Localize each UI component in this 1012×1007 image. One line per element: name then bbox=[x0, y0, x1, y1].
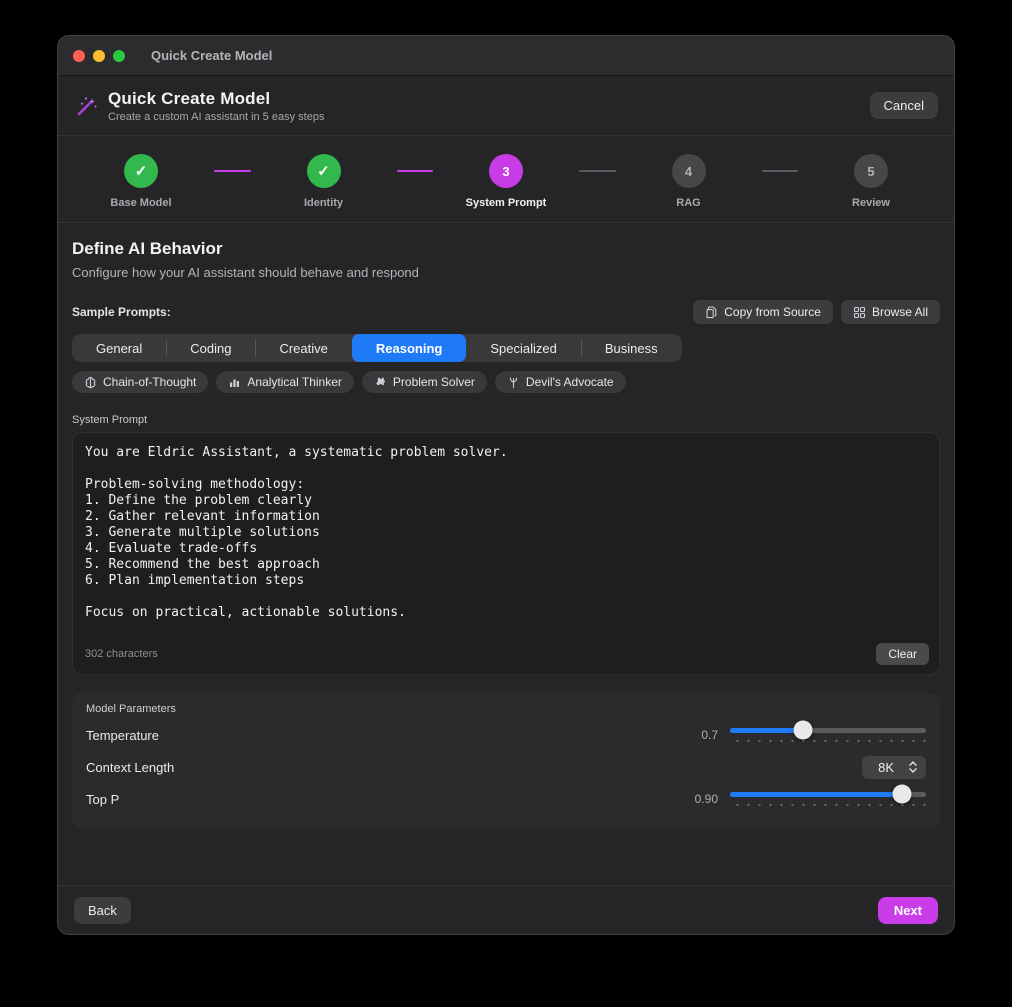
tab-business[interactable]: Business bbox=[581, 334, 682, 362]
slider-thumb[interactable] bbox=[793, 721, 812, 740]
slider-fill bbox=[730, 792, 902, 797]
copy-icon bbox=[705, 306, 718, 319]
step-circle: ✓ 2 bbox=[307, 154, 341, 188]
clear-button[interactable]: Clear bbox=[876, 643, 929, 665]
model-parameters-label: Model Parameters bbox=[86, 703, 926, 715]
section-heading: Define AI Behavior bbox=[72, 239, 940, 259]
step-circle: ✓ 4 bbox=[672, 154, 706, 188]
step-rag[interactable]: ✓ 4 RAG bbox=[646, 154, 732, 209]
chip-chain-of-thought[interactable]: Chain-of-Thought bbox=[72, 371, 208, 393]
tab-creative[interactable]: Creative bbox=[255, 334, 351, 362]
close-window-icon[interactable] bbox=[73, 50, 85, 62]
system-prompt-card: You are Eldric Assistant, a systematic p… bbox=[72, 432, 940, 675]
page-subtitle: Create a custom AI assistant in 5 easy s… bbox=[108, 111, 870, 123]
top-p-slider[interactable] bbox=[730, 792, 926, 807]
tab-specialized[interactable]: Specialized bbox=[466, 334, 581, 362]
temperature-label: Temperature bbox=[86, 728, 688, 743]
bar-chart-icon bbox=[228, 376, 241, 389]
wizard-footer: Back Next bbox=[58, 885, 954, 934]
step-connector bbox=[214, 170, 251, 172]
slider-ticks bbox=[730, 739, 926, 743]
context-length-value: 8K bbox=[878, 760, 894, 775]
step-circle: ✓ 1 bbox=[124, 154, 158, 188]
chip-analytical-thinker[interactable]: Analytical Thinker bbox=[216, 371, 354, 393]
section-subheading: Configure how your AI assistant should b… bbox=[72, 265, 940, 280]
category-tabs: General Coding Creative Reasoning Specia… bbox=[72, 334, 682, 362]
stepper: ✓ 1 Base Model ✓ 2 Identity ✓ 3 System P… bbox=[58, 136, 954, 223]
grid-icon bbox=[853, 306, 866, 319]
context-length-select[interactable]: 8K bbox=[862, 756, 926, 779]
prompt-chips: Chain-of-Thought Analytical Thinker Prob… bbox=[72, 371, 940, 393]
slider-ticks bbox=[730, 803, 926, 807]
sample-actions: Copy from Source Browse All bbox=[693, 300, 940, 324]
temperature-row: Temperature 0.7 bbox=[86, 719, 926, 751]
titlebar: Quick Create Model bbox=[58, 36, 954, 76]
stepper-chevrons-icon bbox=[908, 760, 918, 774]
model-parameters-card: Model Parameters Temperature 0.7 Context… bbox=[72, 693, 940, 829]
slider-track[interactable] bbox=[730, 792, 926, 797]
sample-prompts-row: Sample Prompts: Copy from Source bbox=[72, 300, 940, 324]
step-content: Define AI Behavior Configure how your AI… bbox=[58, 223, 954, 885]
header: Quick Create Model Create a custom AI as… bbox=[58, 76, 954, 136]
step-label: Base Model bbox=[110, 197, 171, 209]
step-review[interactable]: ✓ 5 Review bbox=[828, 154, 914, 209]
copy-from-source-button[interactable]: Copy from Source bbox=[693, 300, 833, 324]
slider-track[interactable] bbox=[730, 728, 926, 733]
step-base-model[interactable]: ✓ 1 Base Model bbox=[98, 154, 184, 209]
system-prompt-footer: 302 characters Clear bbox=[73, 637, 939, 674]
minimize-window-icon[interactable] bbox=[93, 50, 105, 62]
step-identity[interactable]: ✓ 2 Identity bbox=[281, 154, 367, 209]
tab-general[interactable]: General bbox=[72, 334, 166, 362]
magic-wand-icon bbox=[74, 93, 100, 119]
step-label: RAG bbox=[676, 197, 700, 209]
next-button[interactable]: Next bbox=[878, 897, 938, 924]
step-connector bbox=[579, 170, 616, 172]
step-label: System Prompt bbox=[466, 197, 547, 209]
back-button[interactable]: Back bbox=[74, 897, 131, 924]
traffic-lights bbox=[73, 50, 125, 62]
step-circle: ✓ 3 bbox=[489, 154, 523, 188]
puzzle-icon bbox=[374, 376, 387, 389]
chip-problem-solver[interactable]: Problem Solver bbox=[362, 371, 487, 393]
check-icon: ✓ bbox=[317, 162, 330, 180]
system-prompt-textarea[interactable]: You are Eldric Assistant, a systematic p… bbox=[73, 433, 939, 637]
trident-icon bbox=[507, 376, 520, 389]
top-p-row: Top P 0.90 bbox=[86, 783, 926, 815]
header-titles: Quick Create Model Create a custom AI as… bbox=[108, 89, 870, 123]
step-circle: ✓ 5 bbox=[854, 154, 888, 188]
context-length-row: Context Length 8K bbox=[86, 751, 926, 783]
check-icon: ✓ bbox=[135, 162, 148, 180]
step-label: Identity bbox=[304, 197, 343, 209]
page-title: Quick Create Model bbox=[108, 89, 870, 109]
step-label: Review bbox=[852, 197, 890, 209]
zoom-window-icon[interactable] bbox=[113, 50, 125, 62]
context-length-label: Context Length bbox=[86, 760, 862, 775]
browse-all-button[interactable]: Browse All bbox=[841, 300, 940, 324]
chip-devils-advocate[interactable]: Devil's Advocate bbox=[495, 371, 626, 393]
slider-fill bbox=[730, 728, 803, 733]
cancel-button[interactable]: Cancel bbox=[870, 92, 938, 119]
temperature-value: 0.7 bbox=[688, 728, 718, 742]
char-count: 302 characters bbox=[85, 648, 876, 660]
step-system-prompt[interactable]: ✓ 3 System Prompt bbox=[463, 154, 549, 209]
system-prompt-label: System Prompt bbox=[72, 414, 940, 426]
slider-thumb[interactable] bbox=[893, 785, 912, 804]
tab-reasoning[interactable]: Reasoning bbox=[352, 334, 466, 362]
step-connector bbox=[397, 170, 434, 172]
tab-coding[interactable]: Coding bbox=[166, 334, 255, 362]
quick-create-model-window: Quick Create Model Quick Create Model Cr… bbox=[57, 35, 955, 935]
step-connector bbox=[762, 170, 799, 172]
titlebar-title: Quick Create Model bbox=[151, 48, 272, 63]
top-p-label: Top P bbox=[86, 792, 688, 807]
sample-prompts-label: Sample Prompts: bbox=[72, 305, 693, 319]
brain-icon bbox=[84, 376, 97, 389]
top-p-value: 0.90 bbox=[688, 792, 718, 806]
temperature-slider[interactable] bbox=[730, 728, 926, 743]
